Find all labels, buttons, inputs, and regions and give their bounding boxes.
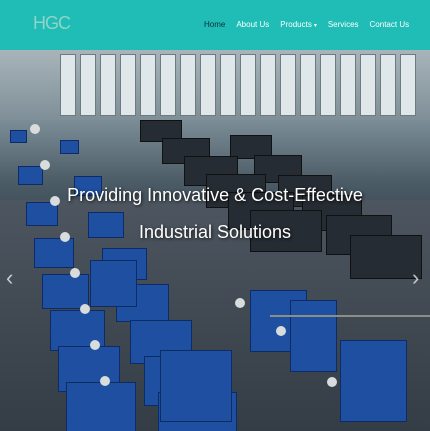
injection-machine bbox=[340, 340, 407, 422]
factory-window bbox=[140, 54, 156, 116]
factory-window bbox=[200, 54, 216, 116]
machine-hopper bbox=[100, 376, 110, 386]
hero-headline-line-1: Providing Innovative & Cost-Effective bbox=[67, 185, 363, 205]
injection-machine bbox=[160, 350, 232, 422]
machine-hopper bbox=[70, 268, 80, 278]
injection-machine bbox=[66, 382, 136, 431]
machine-hopper bbox=[90, 340, 100, 350]
factory-window bbox=[120, 54, 136, 116]
factory-window bbox=[380, 54, 396, 116]
nav-products-label: Products bbox=[280, 20, 312, 29]
factory-window bbox=[300, 54, 316, 116]
machine-hopper bbox=[235, 298, 245, 308]
factory-window bbox=[60, 54, 76, 116]
carousel-prev-icon[interactable]: ‹ bbox=[6, 265, 13, 291]
factory-window bbox=[180, 54, 196, 116]
machine-hopper bbox=[40, 160, 50, 170]
factory-window bbox=[220, 54, 236, 116]
nav-products[interactable]: Products ▾ bbox=[280, 20, 317, 29]
factory-window bbox=[240, 54, 256, 116]
factory-window bbox=[280, 54, 296, 116]
brand-logo[interactable]: HGC bbox=[33, 13, 71, 34]
floor-lane bbox=[270, 315, 430, 317]
factory-window bbox=[340, 54, 356, 116]
machine-hopper bbox=[30, 124, 40, 134]
factory-window bbox=[100, 54, 116, 116]
injection-machine bbox=[60, 140, 79, 154]
chevron-down-icon: ▾ bbox=[313, 23, 317, 29]
injection-machine bbox=[18, 166, 43, 185]
factory-window bbox=[80, 54, 96, 116]
injection-machine bbox=[10, 130, 27, 143]
nav-home[interactable]: Home bbox=[204, 20, 225, 29]
main-nav: Home About Us Products ▾ Services Contact… bbox=[204, 20, 420, 29]
top-navbar: HGC Home About Us Products ▾ Services Con… bbox=[0, 0, 430, 50]
hero-banner: Providing Innovative & Cost-Effective In… bbox=[0, 50, 430, 431]
factory-window bbox=[360, 54, 376, 116]
factory-window bbox=[260, 54, 276, 116]
factory-ceiling bbox=[0, 50, 430, 120]
machine-hopper bbox=[276, 326, 286, 336]
machine-hopper bbox=[327, 377, 337, 387]
carousel-next-icon[interactable]: › bbox=[412, 265, 419, 291]
factory-window bbox=[160, 54, 176, 116]
nav-services[interactable]: Services bbox=[328, 20, 359, 29]
nav-about-us[interactable]: About Us bbox=[236, 20, 269, 29]
nav-contact-us[interactable]: Contact Us bbox=[370, 20, 410, 29]
factory-window bbox=[400, 54, 416, 116]
hero-headline-line-2: Industrial Solutions bbox=[138, 222, 292, 242]
injection-machine bbox=[90, 260, 137, 307]
injection-machine bbox=[290, 300, 337, 372]
machine-hopper bbox=[80, 304, 90, 314]
factory-window bbox=[320, 54, 336, 116]
